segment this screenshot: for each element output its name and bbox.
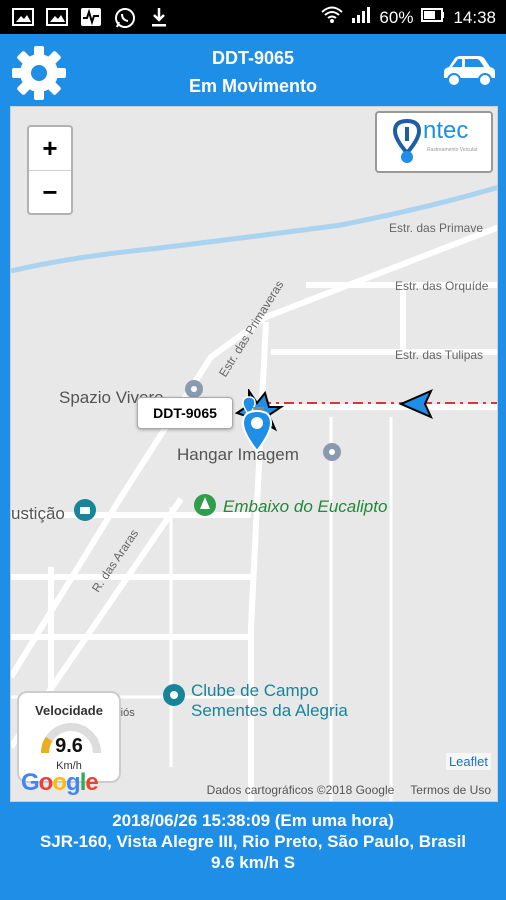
justice-pin-icon (74, 499, 96, 521)
battery-icon (421, 7, 445, 28)
zoom-in-button[interactable]: + (29, 127, 71, 170)
club-pin-icon (163, 684, 185, 706)
status-bar: 60% 14:38 (0, 0, 506, 34)
vehicle-status: Em Movimento (188, 76, 317, 96)
gallery-icon (46, 7, 68, 27)
street-label: Estr. das Orquíde (395, 279, 489, 293)
speed-value: 9.6 (55, 735, 83, 757)
car-icon[interactable] (440, 54, 498, 90)
zoom-control: + − (27, 125, 73, 215)
place-pin-icon (185, 380, 203, 398)
location-pin-icon[interactable] (239, 407, 275, 453)
place-label: Sementes da Alegria (191, 701, 348, 720)
leaflet-link[interactable]: Leaflet (445, 753, 491, 770)
logo-subtext: Rastreamento Veicular (427, 147, 478, 153)
activity-icon (80, 7, 102, 27)
vehicle-speed-heading: 9.6 km/h S (210, 853, 296, 872)
map-attribution: Dados cartográficos ©2018 Google Termos … (207, 783, 491, 797)
place-label: Hangar Imagem (177, 445, 299, 464)
wifi-icon (321, 6, 344, 29)
speed-label: Velocidade (35, 703, 103, 718)
download-icon (148, 7, 170, 27)
last-update-datetime: 2018/06/26 15:38:09 (Em uma hora) (112, 811, 394, 830)
signal-icon (351, 6, 371, 29)
attribution-text: Dados cartográficos ©2018 Google (206, 783, 395, 797)
place-pin-icon (323, 443, 341, 461)
place-label: Clube de Campo (191, 681, 319, 700)
whatsapp-icon (114, 7, 136, 28)
street-label: Estr. das Primave (389, 221, 484, 235)
vehicle-address: SJR-160, Vista Alegre III, Rio Preto, Sã… (39, 832, 467, 851)
gallery-icon (12, 7, 34, 27)
logo-text: ntec (423, 117, 469, 144)
terms-link[interactable]: Termos de Uso (410, 783, 491, 797)
vehicle-tooltip: DDT-9065 (137, 397, 233, 429)
place-label: Embaixo do Eucalipto (223, 497, 388, 516)
vehicle-plate: DDT-9065 (211, 48, 295, 68)
park-pin-icon (194, 494, 216, 516)
vehicle-info-footer: 2018/06/26 15:38:09 (Em uma hora) SJR-16… (0, 806, 506, 900)
zoom-out-button[interactable]: − (29, 170, 71, 213)
app-header: DDT-9065 Em Movimento (0, 34, 506, 106)
place-label: ustição (11, 504, 65, 523)
map-view[interactable]: + − ntec Rastreamento Veicular Estr. das… (10, 106, 498, 802)
street-label: Estr. das Tulipas (395, 348, 484, 362)
company-logo: ntec Rastreamento Veicular (375, 111, 493, 173)
clock: 14:38 (453, 7, 496, 27)
google-logo: Google (21, 769, 99, 796)
battery-percent: 60% (379, 7, 414, 27)
